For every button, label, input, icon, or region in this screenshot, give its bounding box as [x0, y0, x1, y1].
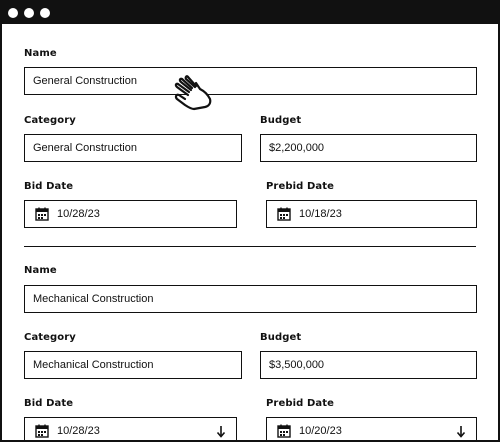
arrow-down-icon[interactable]: [456, 425, 466, 438]
name-field[interactable]: Mechanical Construction: [24, 285, 477, 313]
category-label: Category: [24, 332, 76, 343]
prebid-date-field[interactable]: 10/18/23: [266, 200, 477, 228]
category-label: Category: [24, 115, 76, 126]
name-label: Name: [24, 265, 57, 276]
name-field[interactable]: General Construction: [24, 67, 477, 95]
calendar-icon: [277, 207, 291, 221]
window-control-dot[interactable]: [8, 8, 18, 18]
bid-date-label: Bid Date: [24, 398, 74, 409]
bid-date-value: 10/28/23: [57, 425, 100, 437]
budget-field[interactable]: $2,200,000: [260, 134, 477, 162]
budget-label: Budget: [260, 332, 302, 343]
bid-date-label: Bid Date: [24, 181, 74, 192]
prebid-date-label: Prebid Date: [266, 181, 334, 192]
calendar-icon: [277, 424, 291, 438]
category-field[interactable]: General Construction: [24, 134, 242, 162]
budget-field-value: $3,500,000: [269, 359, 325, 371]
section-divider: [24, 246, 476, 247]
calendar-icon: [35, 424, 49, 438]
category-field[interactable]: Mechanical Construction: [24, 351, 242, 379]
name-field-value: General Construction: [33, 75, 137, 87]
bid-date-value: 10/28/23: [57, 208, 100, 220]
prebid-date-label: Prebid Date: [266, 398, 334, 409]
budget-label: Budget: [260, 115, 302, 126]
title-bar: [2, 2, 498, 24]
window-control-dot[interactable]: [24, 8, 34, 18]
category-field-value: General Construction: [33, 142, 137, 154]
prebid-date-value: 10/18/23: [299, 208, 342, 220]
window-control-dot[interactable]: [40, 8, 50, 18]
bid-date-field[interactable]: 10/28/23: [24, 200, 237, 228]
calendar-icon: [35, 207, 49, 221]
budget-field-value: $2,200,000: [269, 142, 325, 154]
name-field-value: Mechanical Construction: [33, 293, 154, 305]
prebid-date-field[interactable]: 10/20/23: [266, 417, 477, 440]
prebid-date-value: 10/20/23: [299, 425, 342, 437]
category-field-value: Mechanical Construction: [33, 359, 154, 371]
app-window: Name General Construction Category Gener…: [0, 0, 500, 442]
arrow-down-icon[interactable]: [216, 425, 226, 438]
bid-date-field[interactable]: 10/28/23: [24, 417, 237, 440]
budget-field[interactable]: $3,500,000: [260, 351, 477, 379]
name-label: Name: [24, 48, 57, 59]
hand-pointer-icon: [174, 75, 212, 111]
